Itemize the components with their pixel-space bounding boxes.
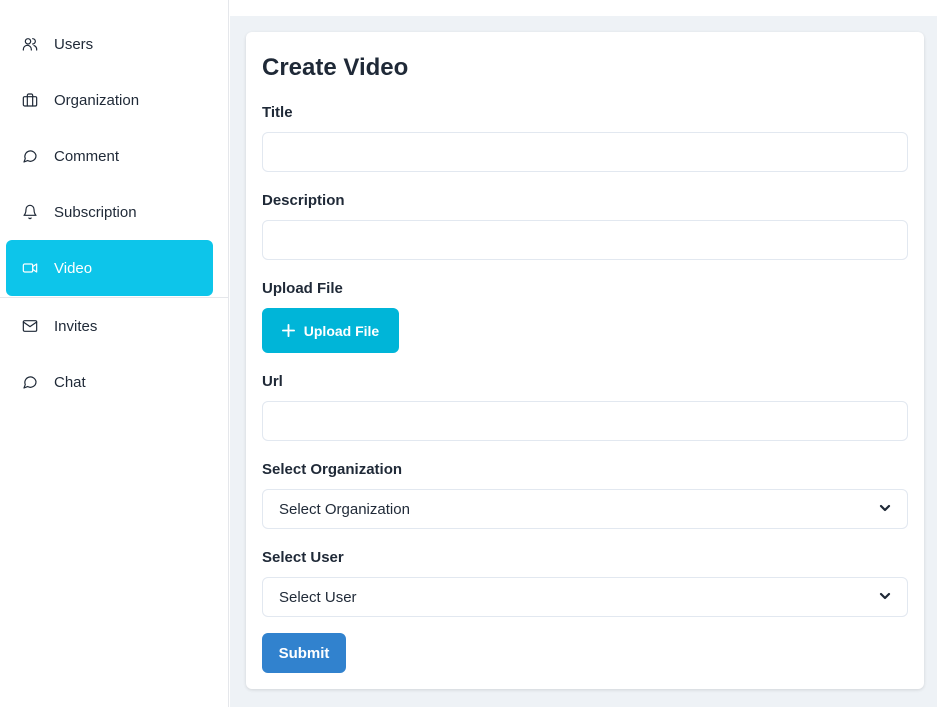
- organization-select-value: Select Organization: [279, 500, 410, 518]
- main-content: Create Video Title Description Upload Fi…: [230, 16, 937, 707]
- message-circle-icon: [22, 374, 38, 390]
- user-select[interactable]: Select User: [262, 577, 908, 617]
- description-label: Description: [262, 192, 345, 209]
- sidebar-item-organization[interactable]: Organization: [6, 72, 213, 128]
- sidebar-item-subscription[interactable]: Subscription: [6, 184, 213, 240]
- users-icon: [22, 36, 38, 52]
- upload-file-button-label: Upload File: [303, 322, 380, 339]
- bell-icon: [22, 204, 38, 220]
- sidebar-item-invites[interactable]: Invites: [6, 298, 213, 354]
- app-root: Users Organization Comment Subscription …: [0, 0, 937, 707]
- video-icon: [22, 260, 38, 276]
- sidebar-item-label: Comment: [54, 147, 120, 165]
- title-label: Title: [262, 104, 293, 121]
- select-organization-label: Select Organization: [262, 461, 403, 478]
- plus-icon: [281, 324, 295, 337]
- chevron-down-icon: [879, 501, 891, 518]
- sidebar-item-label: Chat: [54, 373, 86, 391]
- create-video-form: Create Video Title Description Upload Fi…: [246, 32, 924, 689]
- sidebar-item-users[interactable]: Users: [6, 16, 213, 72]
- sidebar-item-label: Subscription: [54, 203, 137, 221]
- sidebar-item-label: Users: [54, 35, 94, 53]
- upload-file-button[interactable]: Upload File: [262, 308, 399, 353]
- title-input[interactable]: [262, 132, 908, 172]
- sidebar: Users Organization Comment Subscription …: [0, 0, 229, 707]
- sidebar-item-label: Invites: [54, 317, 98, 335]
- url-label: Url: [262, 373, 283, 390]
- user-select-value: Select User: [279, 588, 357, 606]
- sidebar-item-label: Organization: [54, 91, 140, 109]
- submit-button[interactable]: Submit: [262, 633, 346, 673]
- description-input[interactable]: [262, 220, 908, 260]
- briefcase-icon: [22, 92, 38, 108]
- sidebar-item-label: Video: [54, 259, 93, 277]
- organization-select[interactable]: Select Organization: [262, 489, 908, 529]
- select-user-label: Select User: [262, 549, 344, 566]
- mail-icon: [22, 318, 38, 334]
- upload-file-label: Upload File: [262, 280, 343, 297]
- sidebar-item-chat[interactable]: Chat: [6, 354, 213, 410]
- sidebar-item-video[interactable]: Video: [6, 240, 213, 296]
- url-input[interactable]: [262, 401, 908, 441]
- sidebar-item-comment[interactable]: Comment: [6, 128, 213, 184]
- message-circle-icon: [22, 148, 38, 164]
- chevron-down-icon: [879, 589, 891, 606]
- page-title: Create Video: [262, 54, 409, 81]
